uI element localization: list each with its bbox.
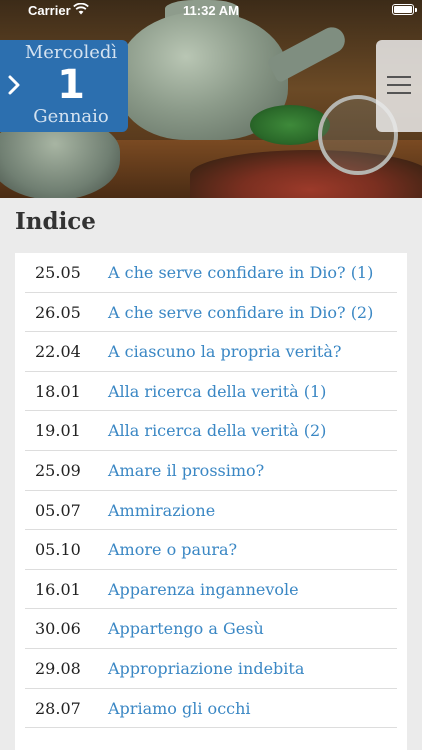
entry-title[interactable]: A che serve confidare in Dio? (1) — [108, 263, 373, 282]
entry-date: 16.01 — [35, 579, 81, 599]
entry-date: 29.08 — [35, 658, 81, 678]
menu-button[interactable] — [376, 40, 422, 132]
index-list: 25.05 A che serve confidare in Dio? (1) … — [15, 253, 407, 750]
entry-title[interactable]: A che serve confidare in Dio? (2) — [108, 303, 373, 322]
list-item[interactable]: 05.07 Ammirazione — [25, 491, 397, 531]
page-title: Indice — [15, 208, 96, 235]
list-item[interactable]: 25.05 A che serve confidare in Dio? (1) — [25, 253, 397, 293]
entry-date: 26.05 — [35, 302, 81, 322]
entry-title[interactable]: Apparenza ingannevole — [108, 580, 299, 599]
status-bar: Carrier 11:32 AM — [0, 0, 422, 22]
entry-title[interactable]: Amare il prossimo? — [108, 461, 264, 480]
entry-date: 18.01 — [35, 381, 81, 401]
entry-date: 19.01 — [35, 421, 81, 441]
month-label: Gennaio — [33, 106, 109, 127]
day-number: 1 — [57, 62, 85, 108]
date-badge[interactable]: Mercoledì 1 Gennaio — [0, 40, 128, 132]
list-item[interactable]: 22.04 A ciascuno la propria verità? — [25, 332, 397, 372]
entry-title[interactable]: Amore o paura? — [108, 540, 237, 559]
entry-title[interactable]: A ciascuno la propria verità? — [108, 342, 341, 361]
screen: Carrier 11:32 AM Mercoledì 1 Gennaio Ind… — [0, 0, 422, 750]
list-item[interactable]: 18.01 Alla ricerca della verità (1) — [25, 372, 397, 412]
list-item[interactable]: 28.07 Apriamo gli occhi — [25, 689, 397, 729]
entry-title[interactable]: Alla ricerca della verità (1) — [108, 382, 326, 401]
entry-date: 30.06 — [35, 619, 81, 639]
entry-date: 22.04 — [35, 342, 81, 362]
list-item[interactable]: 25.09 Amare il prossimo? — [25, 451, 397, 491]
list-item[interactable]: 30.06 Appartengo a Gesù — [25, 609, 397, 649]
entry-date: 05.10 — [35, 540, 81, 560]
list-item[interactable]: 19.01 Alla ricerca della verità (2) — [25, 411, 397, 451]
entry-title[interactable]: Alla ricerca della verità (2) — [108, 421, 326, 440]
entry-title[interactable]: Apriamo gli occhi — [108, 699, 251, 718]
list-item[interactable]: 16.01 Apparenza ingannevole — [25, 570, 397, 610]
list-item[interactable]: 26.05 A che serve confidare in Dio? (2) — [25, 293, 397, 333]
entry-title[interactable]: Appropriazione indebita — [108, 659, 304, 678]
entry-title[interactable]: Ammirazione — [108, 501, 215, 520]
clock: 11:32 AM — [183, 3, 239, 18]
list-item[interactable]: 29.08 Appropriazione indebita — [25, 649, 397, 689]
battery-icon — [392, 4, 417, 15]
entry-date: 25.05 — [35, 263, 81, 282]
entry-date: 28.07 — [35, 698, 81, 718]
entry-date: 05.07 — [35, 500, 81, 520]
list-item[interactable]: 05.10 Amore o paura? — [25, 530, 397, 570]
entry-title[interactable]: Appartengo a Gesù — [108, 619, 264, 638]
weekday-label: Mercoledì — [24, 42, 118, 63]
entry-date: 25.09 — [35, 460, 81, 480]
